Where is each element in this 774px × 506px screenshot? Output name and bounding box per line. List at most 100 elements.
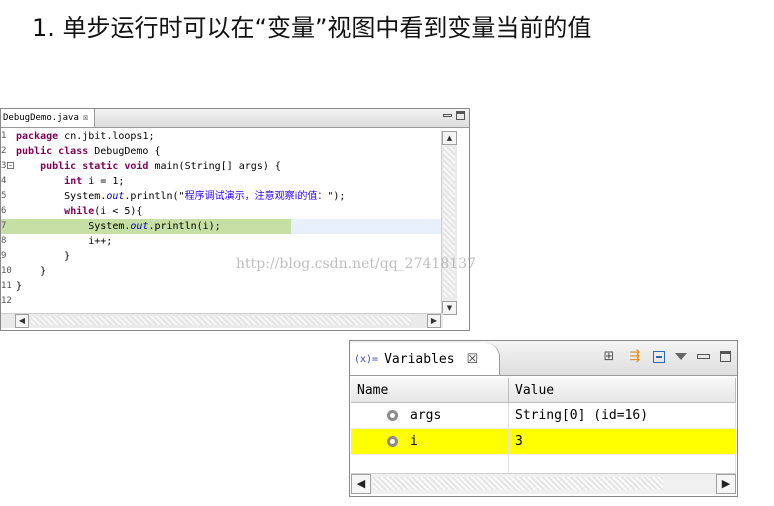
variable-name-cell: i: [351, 428, 509, 455]
slide-title: 1. 单步运行时可以在“变量”视图中看到变量当前的值: [32, 14, 592, 42]
code-token: package: [16, 131, 59, 142]
java-editor: DebugDemo.java ☒ 1 package cn.jbit.loops1…: [0, 108, 470, 331]
variables-table: Name Value args String[0] (id=16) i 3: [351, 378, 736, 481]
code-token: public static void: [16, 161, 149, 172]
editor-tab[interactable]: DebugDemo.java ☒: [1, 109, 96, 127]
minimize-icon[interactable]: [697, 354, 710, 359]
variable-value: String[0] (id=16): [508, 402, 736, 429]
variable-name-cell: args: [351, 402, 509, 429]
line-number: 1: [1, 131, 7, 141]
editor-tab-label: DebugDemo.java: [3, 113, 79, 123]
code-line[interactable]: 2 public class DebugDemo {: [1, 144, 443, 159]
code-line[interactable]: 5 System.out.println("程序调试演示，注意观察i的值：");: [1, 189, 443, 204]
line-number: 5: [1, 191, 7, 201]
variables-toolbar: ⊞ ⇶: [601, 349, 731, 364]
code-token: i++;: [16, 236, 113, 247]
line-number: 8: [1, 236, 7, 246]
code-line[interactable]: 12: [1, 294, 443, 309]
scroll-up-icon[interactable]: ▲: [442, 131, 457, 145]
code-area[interactable]: 1 package cn.jbit.loops1; 2 public class De…: [1, 129, 443, 313]
code-text: System.out.println("程序调试演示，注意观察i的值：");: [16, 191, 345, 202]
maximize-icon[interactable]: [456, 111, 465, 120]
code-token: 程序调试演示，注意观察i的值：: [184, 191, 328, 202]
code-text: i++;: [16, 236, 112, 247]
column-header-value[interactable]: Value: [508, 378, 736, 403]
horizontal-scrollbar[interactable]: ◀ ▶: [351, 473, 736, 494]
code-token: main(String[] args) {: [148, 161, 281, 172]
watermark: http://blog.csdn.net/qq_27418137: [236, 256, 476, 272]
scroll-thumb[interactable]: [373, 477, 663, 490]
code-text: public static void main(String[] args) {: [16, 161, 281, 172]
code-line[interactable]: 3− public static void main(String[] args…: [1, 159, 443, 174]
scroll-thumb[interactable]: [31, 316, 411, 325]
code-token: }: [16, 251, 71, 262]
code-line[interactable]: 6 while(i < 5){: [1, 204, 443, 219]
line-number: 4: [1, 176, 7, 186]
table-row[interactable]: args String[0] (id=16): [351, 402, 736, 429]
line-number: 9: [1, 251, 7, 261]
code-line[interactable]: 8 i++;: [1, 234, 443, 249]
scroll-right-icon[interactable]: ▶: [427, 314, 441, 328]
maximize-icon[interactable]: [720, 351, 731, 362]
line-number: 12: [1, 296, 12, 306]
code-text: }: [16, 281, 22, 292]
code-token: }: [16, 281, 23, 292]
scroll-right-icon[interactable]: ▶: [716, 474, 736, 494]
scroll-down-icon[interactable]: ▼: [442, 301, 457, 315]
code-token: .println(i);: [148, 221, 221, 232]
local-variable-icon: [387, 436, 398, 447]
line-number: 10: [1, 266, 12, 276]
current-code-line[interactable]: 7 System.out.println(i);: [1, 219, 443, 234]
editor-view-controls: [443, 111, 465, 120]
code-line[interactable]: 11}: [1, 279, 443, 294]
local-variable-icon: [387, 410, 398, 421]
code-text: package cn.jbit.loops1;: [16, 131, 154, 142]
code-token: int: [64, 176, 83, 187]
scroll-left-icon[interactable]: ◀: [15, 314, 29, 328]
line-number: 7: [1, 221, 7, 231]
code-token: System.: [16, 221, 131, 232]
close-icon[interactable]: ☒: [83, 109, 88, 127]
scroll-left-icon[interactable]: ◀: [351, 474, 371, 494]
line-number: 11: [1, 281, 12, 291]
minimize-icon[interactable]: [443, 111, 452, 120]
variable-name: args: [410, 408, 442, 423]
code-line[interactable]: 4 int i = 1;: [1, 174, 443, 189]
code-token: public class: [16, 146, 89, 157]
variables-tabbar: (x)= Variables ☒ ⊞ ⇶: [350, 341, 737, 376]
variables-view: (x)= Variables ☒ ⊞ ⇶ Name Value args Str…: [349, 340, 738, 497]
code-token: cn.jbit.loops1;: [58, 131, 155, 142]
variables-tab[interactable]: (x)= Variables ☒: [350, 343, 500, 375]
horizontal-scrollbar[interactable]: ◀ ▶: [1, 313, 443, 328]
scroll-thumb[interactable]: [443, 147, 455, 297]
code-token: DebugDemo {: [88, 146, 161, 157]
table-row[interactable]: i 3: [351, 428, 736, 455]
code-token: ");: [327, 191, 346, 202]
code-token: (i < 5){: [94, 206, 143, 217]
column-header-name[interactable]: Name: [351, 378, 509, 403]
vertical-scrollbar[interactable]: ▲ ▼: [441, 131, 457, 315]
code-token: i = 1;: [82, 176, 125, 187]
code-line[interactable]: 1 package cn.jbit.loops1;: [1, 129, 443, 144]
view-menu-icon[interactable]: [675, 353, 687, 360]
code-token: while: [64, 206, 95, 217]
fold-toggle-icon[interactable]: −: [7, 162, 14, 169]
code-text: public class DebugDemo {: [16, 146, 161, 157]
line-number: 2: [1, 146, 7, 156]
variable-name: i: [410, 434, 418, 449]
editor-tabbar: DebugDemo.java ☒: [1, 109, 469, 128]
close-icon[interactable]: ☒: [467, 352, 479, 367]
collapse-all-icon[interactable]: [653, 350, 665, 363]
code-token: out: [130, 221, 149, 232]
code-text: int i = 1;: [16, 176, 124, 187]
line-number: 6: [1, 206, 7, 216]
code-token: System.: [16, 191, 107, 202]
code-text: while(i < 5){: [16, 206, 142, 217]
show-type-names-icon[interactable]: ⊞: [601, 349, 617, 364]
show-logical-structure-icon[interactable]: ⇶: [627, 349, 643, 364]
code-token: }: [16, 266, 47, 277]
code-token: out: [106, 191, 125, 202]
variables-icon: (x)=: [354, 353, 379, 365]
variables-title: Variables: [384, 351, 455, 367]
